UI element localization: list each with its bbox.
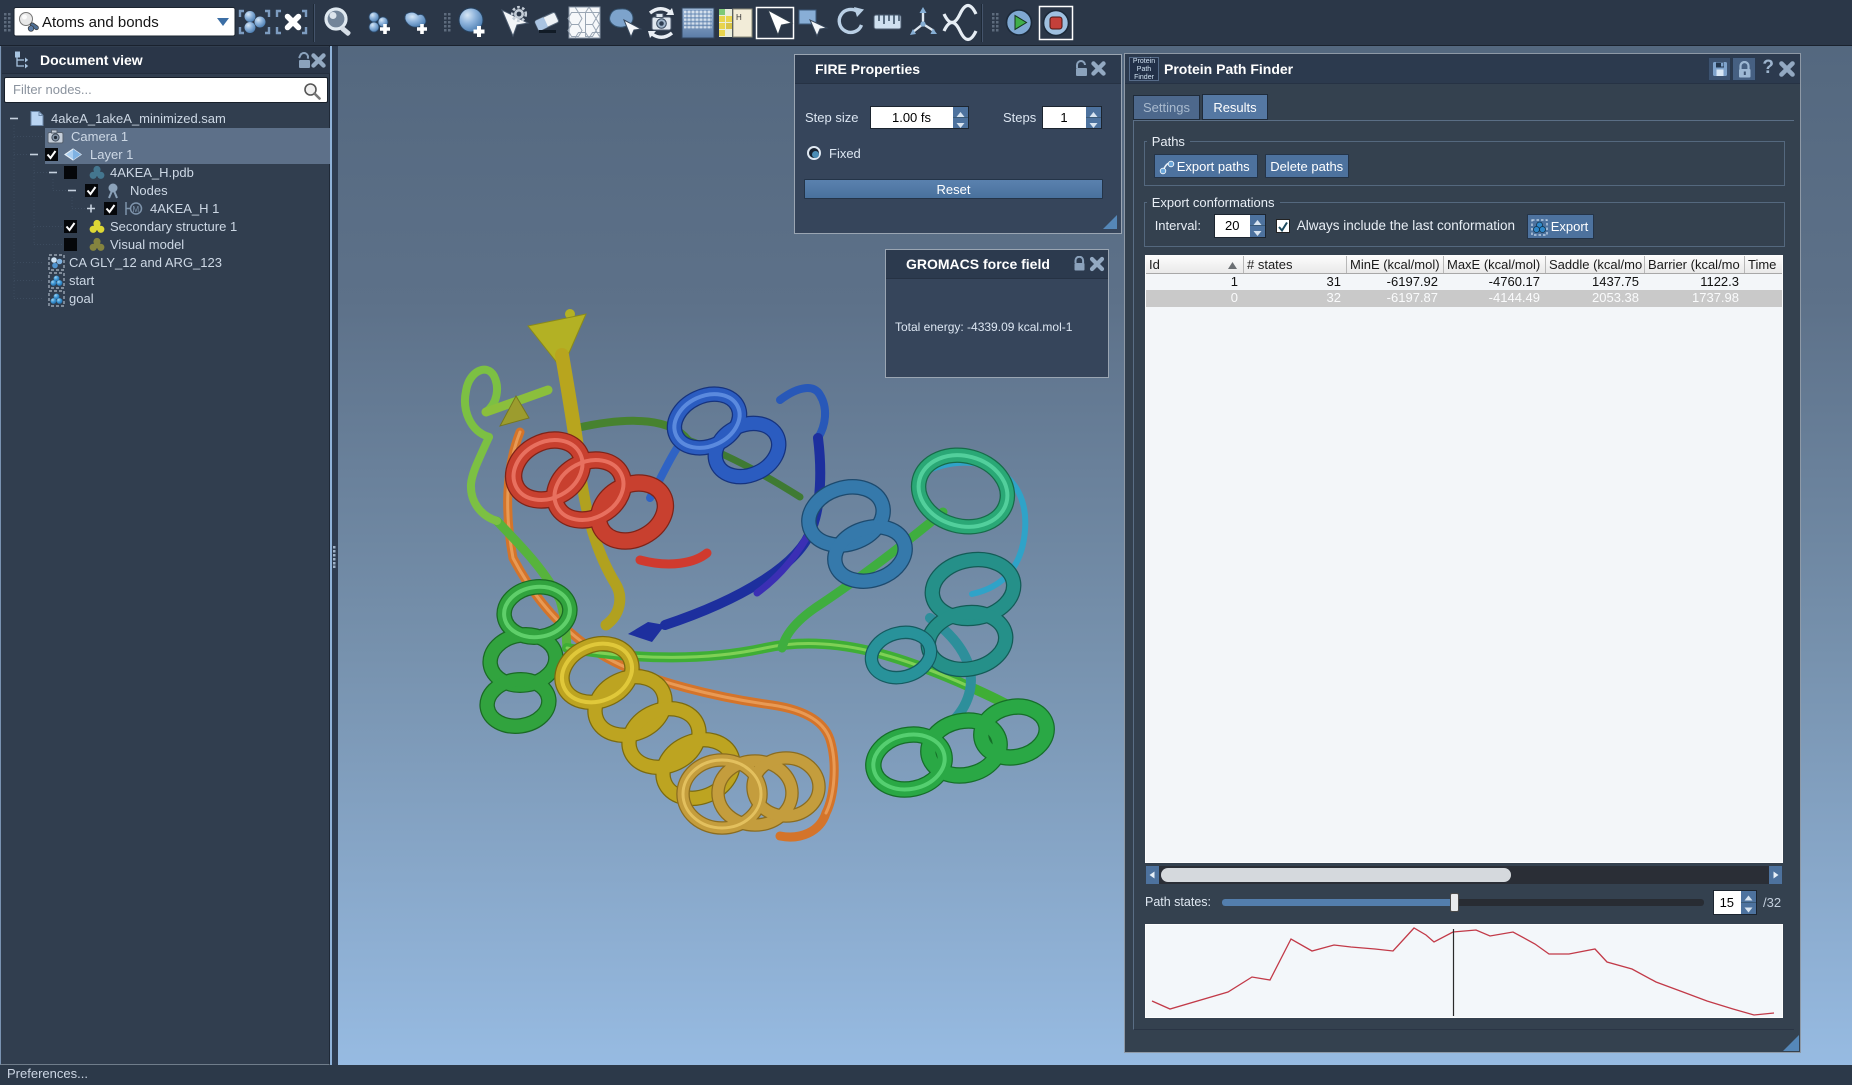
svg-text:H: H <box>736 13 742 22</box>
svg-text:M: M <box>133 205 140 214</box>
svg-text:Atoms and bonds: Atoms and bonds <box>42 14 159 31</box>
